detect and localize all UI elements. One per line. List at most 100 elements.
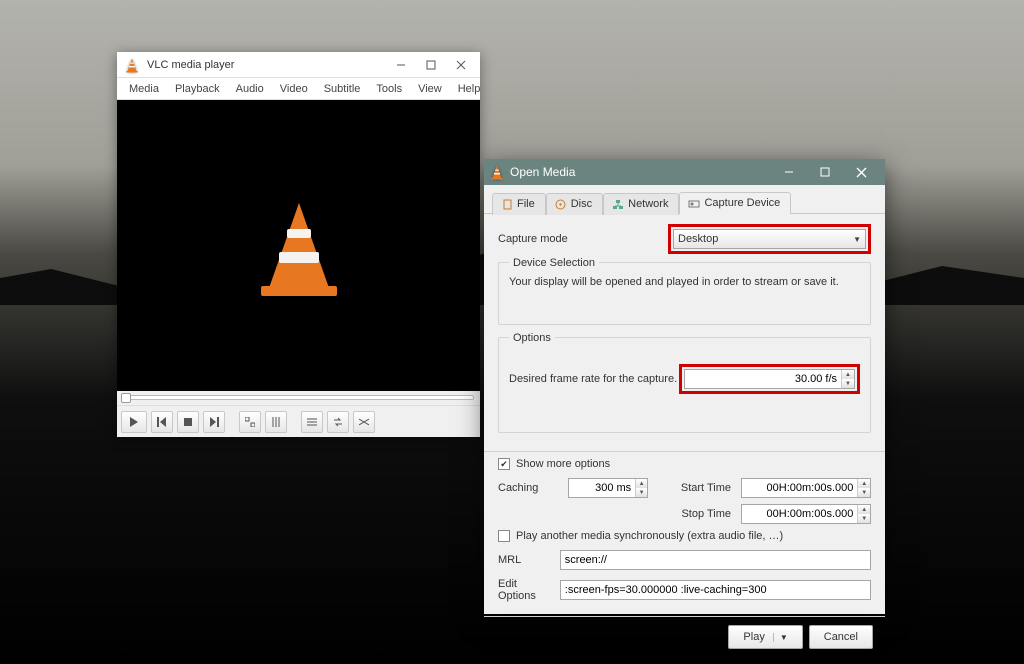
spin-up-icon[interactable]: ▲ — [858, 505, 870, 514]
dialog-title: Open Media — [510, 165, 575, 179]
seek-handle[interactable] — [121, 393, 131, 403]
fps-input[interactable] — [685, 373, 841, 385]
options-fieldset: Options Desired frame rate for the captu… — [498, 337, 871, 433]
device-selection-fieldset: Device Selection Your display will be op… — [498, 262, 871, 325]
tab-disc-label: Disc — [571, 198, 592, 210]
device-selection-text: Your display will be opened and played i… — [509, 275, 860, 290]
device-selection-legend: Device Selection — [509, 257, 599, 269]
spin-up-icon[interactable]: ▲ — [636, 479, 647, 488]
mrl-input[interactable] — [560, 550, 871, 570]
menu-audio[interactable]: Audio — [228, 81, 272, 97]
tab-capture-device[interactable]: Capture Device — [679, 192, 791, 214]
vlc-cone-icon — [123, 54, 141, 76]
capture-form: Capture mode Desktop ▼ Device Selection … — [484, 214, 885, 451]
start-time-spinbox[interactable]: ▲▼ — [741, 478, 871, 498]
stop-time-spin-buttons[interactable]: ▲▼ — [857, 505, 870, 523]
fullscreen-button[interactable] — [239, 411, 261, 433]
spin-up-icon[interactable]: ▲ — [858, 479, 870, 488]
capture-mode-value: Desktop — [678, 233, 718, 245]
seek-bar[interactable] — [117, 391, 480, 405]
dialog-titlebar[interactable]: Open Media — [484, 159, 885, 185]
fps-spinbox[interactable]: ▲▼ — [684, 369, 855, 389]
next-button[interactable] — [203, 411, 225, 433]
dialog-close-button[interactable] — [843, 159, 879, 185]
capture-mode-highlight: Desktop ▼ — [668, 224, 871, 254]
sync-media-label: Play another media synchronously (extra … — [516, 530, 783, 542]
edit-options-input[interactable] — [560, 580, 871, 600]
dialog-maximize-button[interactable] — [807, 159, 843, 185]
fps-label: Desired frame rate for the capture. — [509, 373, 679, 385]
minimize-button[interactable] — [386, 54, 416, 76]
menu-playback[interactable]: Playback — [167, 81, 228, 97]
dialog-button-row: Play ▼ Cancel — [484, 616, 885, 657]
spin-down-icon[interactable]: ▼ — [842, 379, 854, 388]
stop-time-label: Stop Time — [661, 508, 731, 520]
options-legend: Options — [509, 332, 555, 344]
menu-video[interactable]: Video — [272, 81, 316, 97]
menu-tools[interactable]: Tools — [368, 81, 410, 97]
caching-input[interactable] — [569, 482, 635, 494]
tab-capture-label: Capture Device — [704, 197, 780, 209]
open-media-dialog: Open Media File Disc Net — [484, 159, 885, 614]
close-button[interactable] — [446, 54, 476, 76]
vlc-titlebar[interactable]: VLC media player — [117, 52, 480, 78]
chevron-down-icon[interactable]: ▼ — [773, 633, 788, 642]
spin-up-icon[interactable]: ▲ — [842, 370, 854, 379]
skip-back-icon — [157, 417, 167, 427]
shuffle-button[interactable] — [353, 411, 375, 433]
file-icon — [501, 198, 513, 210]
loop-icon — [333, 417, 343, 427]
capture-mode-label: Capture mode — [498, 233, 668, 245]
maximize-icon — [820, 167, 830, 177]
play-icon — [129, 417, 139, 427]
spin-down-icon[interactable]: ▼ — [858, 488, 870, 497]
show-more-checkbox-row[interactable]: ✔ Show more options — [498, 458, 871, 470]
dialog-minimize-button[interactable] — [771, 159, 807, 185]
minimize-icon — [784, 167, 794, 177]
cancel-button[interactable]: Cancel — [809, 625, 873, 649]
sync-media-checkbox[interactable] — [498, 530, 510, 542]
start-time-spin-buttons[interactable]: ▲▼ — [857, 479, 870, 497]
sync-media-checkbox-row[interactable]: Play another media synchronously (extra … — [498, 530, 871, 542]
start-time-label: Start Time — [661, 482, 731, 494]
equalizer-icon — [271, 417, 281, 427]
vlc-cone-logo — [259, 196, 339, 296]
playlist-button[interactable] — [301, 411, 323, 433]
capture-mode-select[interactable]: Desktop ▼ — [673, 229, 866, 249]
close-icon — [456, 60, 466, 70]
play-button[interactable]: Play ▼ — [728, 625, 802, 649]
maximize-button[interactable] — [416, 54, 446, 76]
ext-settings-button[interactable] — [265, 411, 287, 433]
disc-icon — [555, 198, 567, 210]
menu-help[interactable]: Help — [450, 81, 489, 97]
fps-spin-buttons[interactable]: ▲▼ — [841, 370, 854, 388]
caching-spinbox[interactable]: ▲▼ — [568, 478, 648, 498]
vlc-window-title: VLC media player — [147, 59, 386, 71]
stop-time-spinbox[interactable]: ▲▼ — [741, 504, 871, 524]
vlc-cone-icon — [488, 161, 506, 183]
stop-button[interactable] — [177, 411, 199, 433]
tab-disc[interactable]: Disc — [546, 193, 603, 215]
spin-down-icon[interactable]: ▼ — [636, 488, 647, 497]
start-time-input[interactable] — [742, 482, 857, 494]
menu-media[interactable]: Media — [121, 81, 167, 97]
prev-button[interactable] — [151, 411, 173, 433]
play-button-label: Play — [743, 631, 764, 643]
tab-file[interactable]: File — [492, 193, 546, 215]
network-icon — [612, 198, 624, 210]
close-icon — [856, 167, 867, 178]
menu-view[interactable]: View — [410, 81, 450, 97]
video-area[interactable] — [117, 100, 480, 391]
capture-icon — [688, 197, 700, 209]
caching-spin-buttons[interactable]: ▲▼ — [635, 479, 647, 497]
vlc-menubar: Media Playback Audio Video Subtitle Tool… — [117, 78, 480, 100]
menu-subtitle[interactable]: Subtitle — [316, 81, 369, 97]
stop-time-input[interactable] — [742, 508, 857, 520]
spin-down-icon[interactable]: ▼ — [858, 514, 870, 523]
tab-network[interactable]: Network — [603, 193, 679, 215]
show-more-checkbox[interactable]: ✔ — [498, 458, 510, 470]
loop-button[interactable] — [327, 411, 349, 433]
tab-file-label: File — [517, 198, 535, 210]
play-button[interactable] — [121, 411, 147, 433]
skip-forward-icon — [209, 417, 219, 427]
